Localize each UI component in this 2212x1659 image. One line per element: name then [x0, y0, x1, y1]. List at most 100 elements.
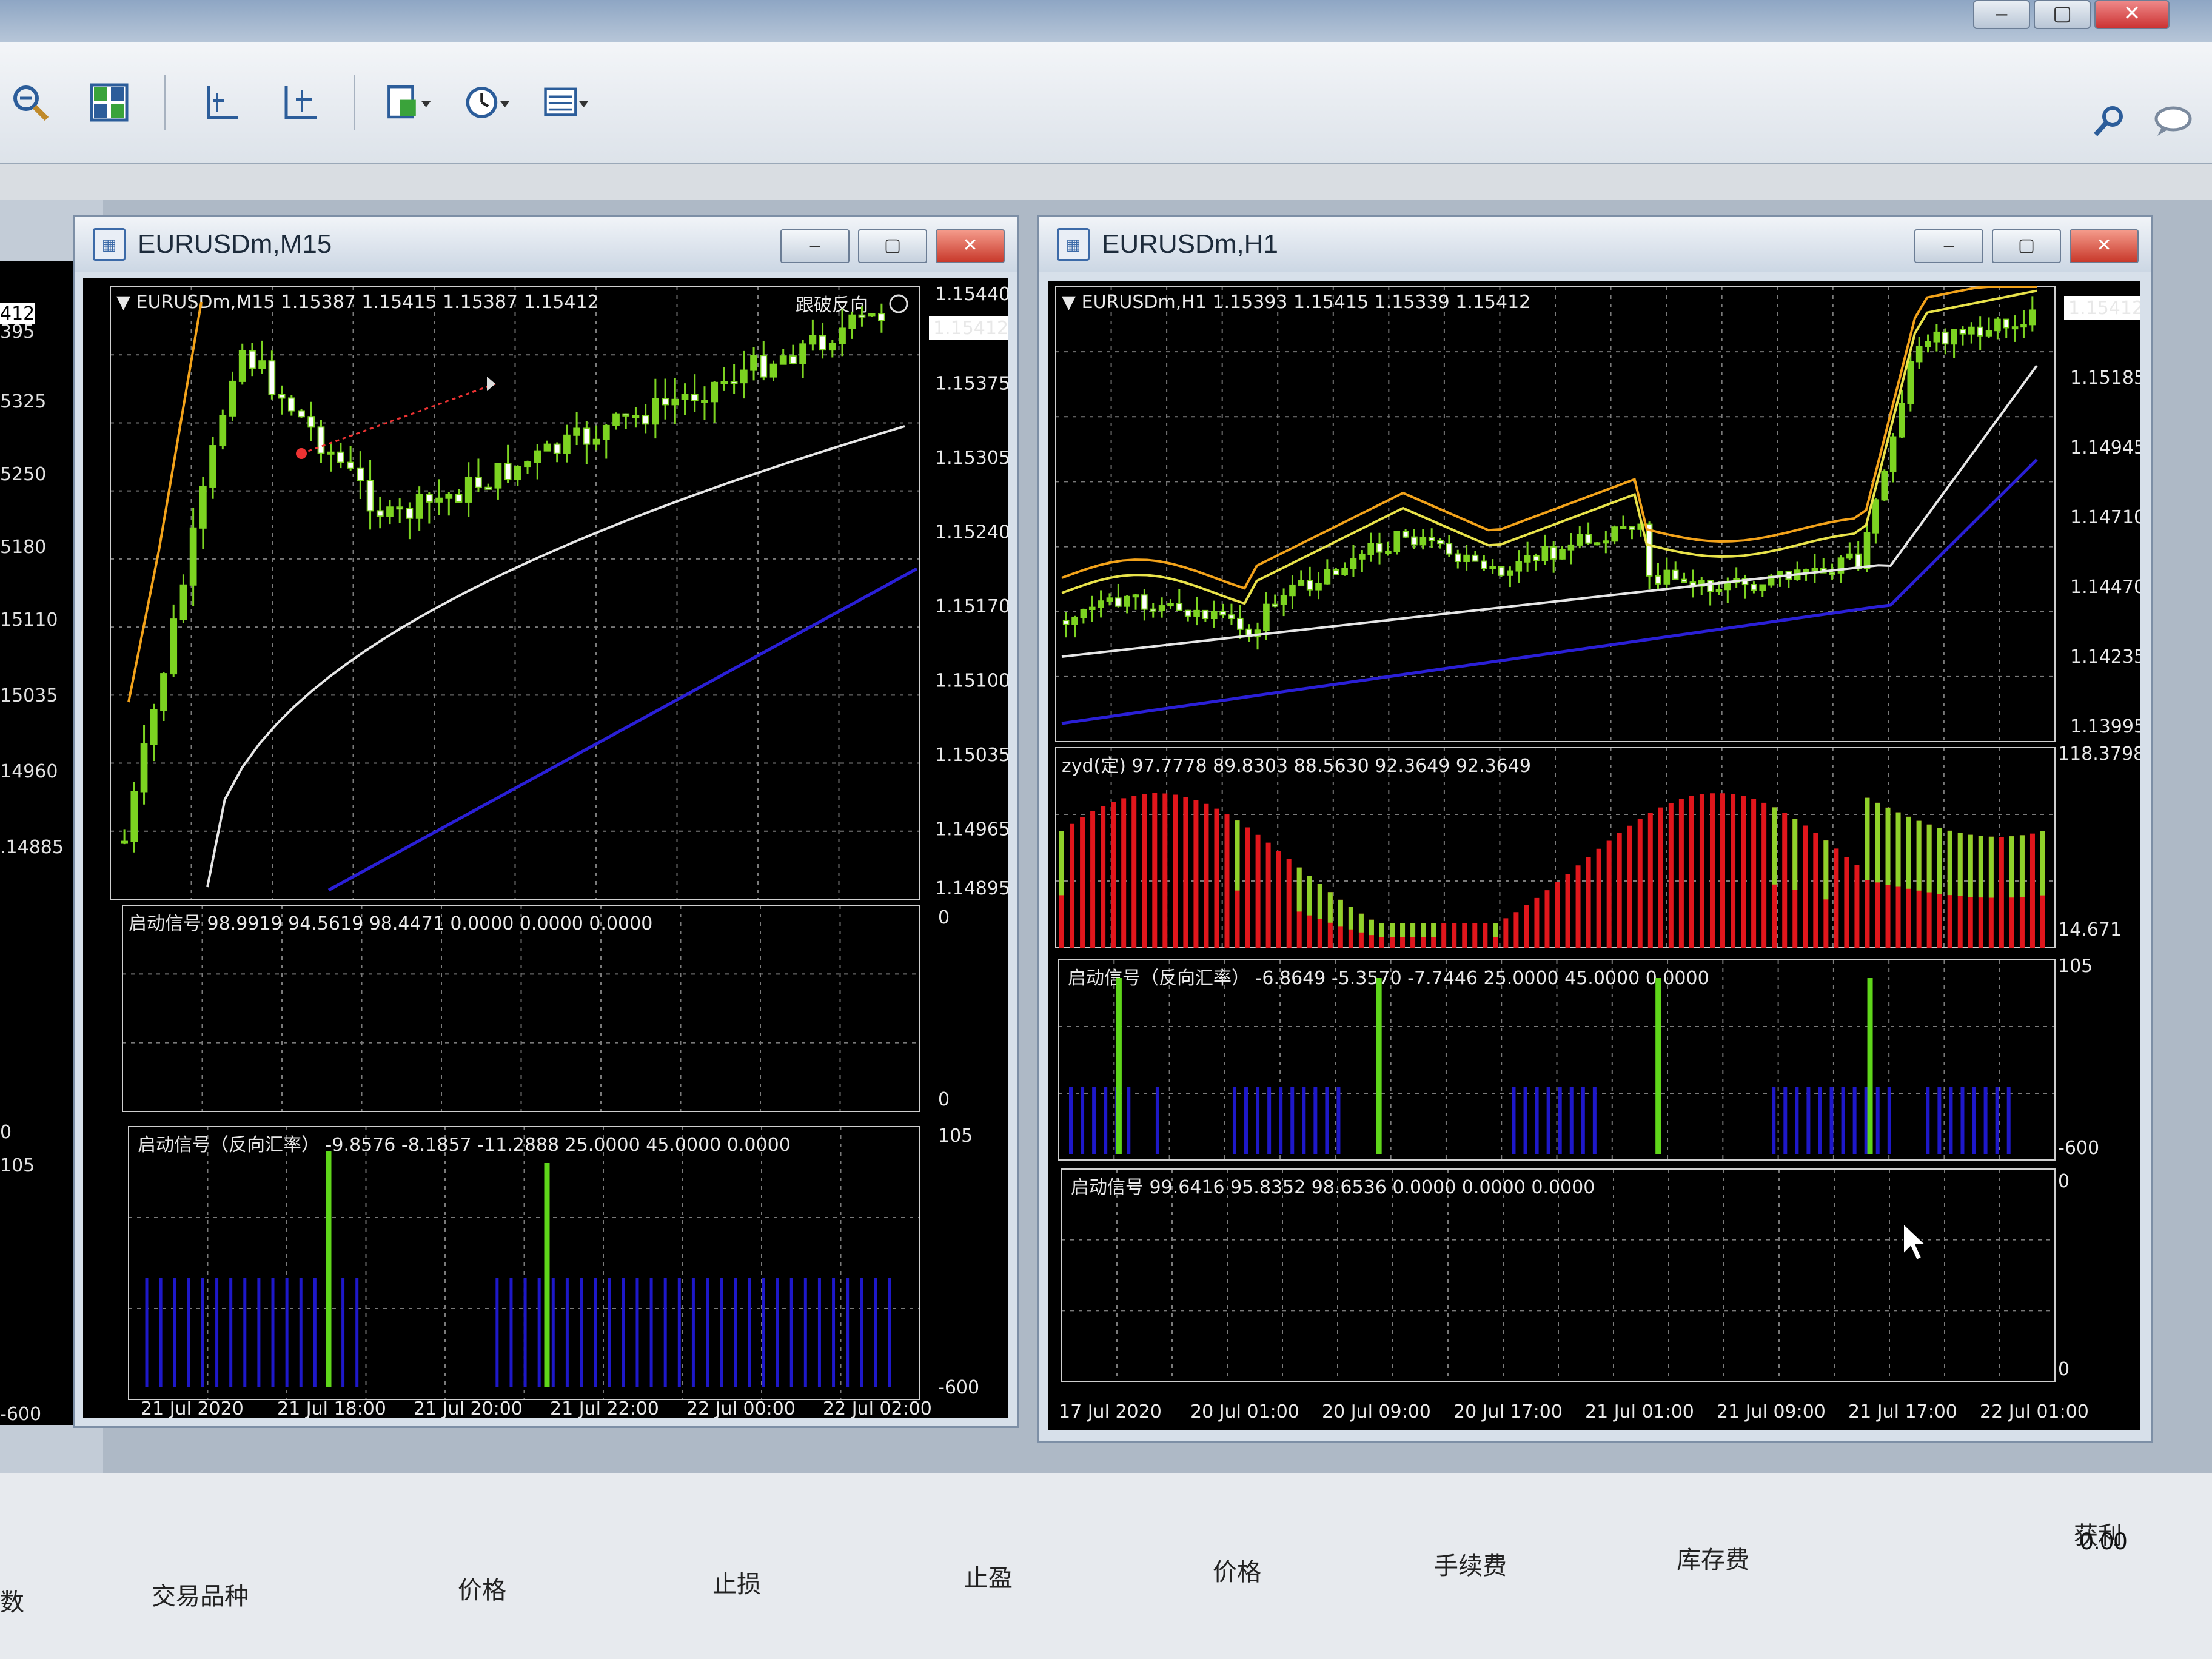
candle-body [337, 451, 344, 463]
column-header[interactable]: 数 [0, 1583, 24, 1618]
candle-body [1367, 543, 1374, 555]
time-axis-label: 21 Jul 09:00 [1717, 1401, 1826, 1423]
candle-body [150, 709, 158, 745]
candle-body [1419, 537, 1427, 546]
candle-body [455, 494, 463, 503]
candle-body [376, 510, 384, 517]
candle-body [1707, 580, 1714, 592]
chart-window-titlebar[interactable]: ▦ EURUSDm,M15 – ▢ ✕ [75, 217, 1017, 272]
toolbar [0, 42, 2212, 164]
column-header[interactable]: 止损 [712, 1564, 761, 1600]
candle-body [484, 486, 492, 490]
restore-button[interactable]: ▢ [1992, 229, 2061, 263]
edge-price-label: 15110 [0, 609, 58, 631]
candle-body [130, 791, 138, 842]
candle-body [1158, 605, 1165, 611]
candle-body [249, 350, 256, 369]
candle-body [1576, 534, 1583, 546]
panel-scale-label: 0 [2058, 1359, 2070, 1380]
candle-body [1889, 436, 1897, 472]
minimize-button[interactable]: – [780, 229, 850, 263]
candle-body [524, 461, 531, 468]
candle-body [1080, 609, 1087, 618]
edge-price-label: 395 [0, 321, 35, 343]
candle-body [258, 360, 266, 369]
candle-body [1481, 560, 1487, 569]
candle-body [1219, 611, 1226, 616]
price-scale-label: 1.15185 [2070, 367, 2140, 389]
candle-body [298, 410, 305, 418]
candle-body [789, 355, 797, 364]
candle-body [426, 494, 433, 503]
candle-body [1611, 526, 1618, 542]
column-header[interactable]: 价格 [458, 1570, 506, 1606]
column-header[interactable]: 库存费 [1677, 1540, 1749, 1575]
column-header[interactable]: 价格 [1213, 1552, 1261, 1587]
candle-body [819, 335, 826, 351]
periods-icon[interactable] [464, 78, 513, 127]
close-button[interactable]: ✕ [936, 229, 1005, 263]
candle-body [1681, 578, 1687, 583]
chart-canvas[interactable]: ▼ EURUSDm,H1 1.15393 1.15415 1.15339 1.1… [1048, 281, 2140, 1430]
chat-icon[interactable] [2151, 103, 2194, 147]
templates-icon[interactable] [543, 78, 592, 127]
candle-body [357, 467, 364, 481]
candle-body [140, 743, 148, 793]
candle-body [1115, 597, 1122, 607]
column-header[interactable]: 交易品种 [152, 1577, 249, 1612]
candle-body [475, 477, 482, 488]
panel-scale-label: -600 [938, 1377, 979, 1398]
candle-body [1332, 569, 1339, 575]
candle-body [1498, 566, 1505, 576]
price-scale-label: 1.15170 [935, 596, 1008, 617]
candle-body [268, 360, 276, 395]
minimize-button[interactable]: – [1973, 0, 2030, 29]
candle-body [1402, 531, 1409, 538]
column-header[interactable]: 止盈 [964, 1558, 1013, 1594]
indicators-icon[interactable] [386, 78, 434, 127]
main-title-bar: – ▢ ✕ [0, 0, 2212, 42]
chart-shift-icon[interactable] [196, 78, 244, 127]
zoom-out-icon[interactable] [6, 78, 55, 127]
candle-body [238, 350, 246, 382]
tile-windows-icon[interactable] [85, 78, 133, 127]
chart-header-label: ▼ EURUSDm,H1 1.15393 1.15415 1.15339 1.1… [1062, 292, 1530, 313]
chart-svg[interactable]: ▼ EURUSDm,H1 1.15393 1.15415 1.15339 1.1… [1048, 281, 2140, 1430]
search-icon[interactable] [2091, 103, 2127, 147]
candle-body [553, 443, 561, 454]
candle-body [563, 434, 571, 454]
minimize-button[interactable]: – [1914, 229, 1983, 263]
maximize-button[interactable]: ▢ [2034, 0, 2091, 29]
close-button[interactable]: ✕ [2094, 0, 2170, 29]
indicator-label: 启动信号 98.9919 94.5619 98.4471 0.0000 0.00… [129, 913, 652, 934]
candle-body [1559, 549, 1566, 560]
autoscroll-icon[interactable] [275, 78, 323, 127]
edge-price-label: 15035 [0, 685, 58, 706]
time-axis-label: 22 Jul 01:00 [1980, 1401, 2089, 1423]
price-scale-label: 1.15375 [935, 374, 1008, 395]
candle-body [1124, 595, 1130, 607]
restore-button[interactable]: ▢ [858, 229, 927, 263]
time-axis-label: 21 Jul 18:00 [277, 1398, 386, 1418]
candle-body [1846, 553, 1853, 559]
chart-window-m15[interactable]: ▦ EURUSDm,M15 – ▢ ✕ ▼ EURUSDm,M15 1.1538… [73, 215, 1019, 1428]
candle-body [1907, 361, 1914, 405]
candle-body [1872, 499, 1879, 534]
chart-window-h1[interactable]: ▦ EURUSDm,H1 – ▢ ✕ ▼ EURUSDm,H1 1.15393 … [1037, 215, 2153, 1443]
close-button[interactable]: ✕ [2070, 229, 2139, 263]
candle-body [691, 394, 699, 401]
candle-body [769, 363, 777, 378]
candle-body [1324, 569, 1331, 585]
column-header[interactable]: 手续费 [1434, 1546, 1507, 1581]
candle-body [2020, 324, 2027, 328]
chart-svg[interactable]: ▼ EURUSDm,M15 1.15387 1.15415 1.15387 1.… [83, 278, 1008, 1418]
candle-body [2029, 309, 2036, 326]
candle-body [1594, 542, 1601, 546]
candle-body [278, 394, 286, 399]
candle-body [1585, 534, 1592, 544]
chart-window-titlebar[interactable]: ▦ EURUSDm,H1 – ▢ ✕ [1039, 217, 2151, 272]
candle-body [1176, 603, 1183, 611]
candle-body [681, 394, 689, 400]
chart-canvas[interactable]: ▼ EURUSDm,M15 1.15387 1.15415 1.15387 1.… [83, 278, 1008, 1418]
candle-body [1280, 595, 1287, 605]
